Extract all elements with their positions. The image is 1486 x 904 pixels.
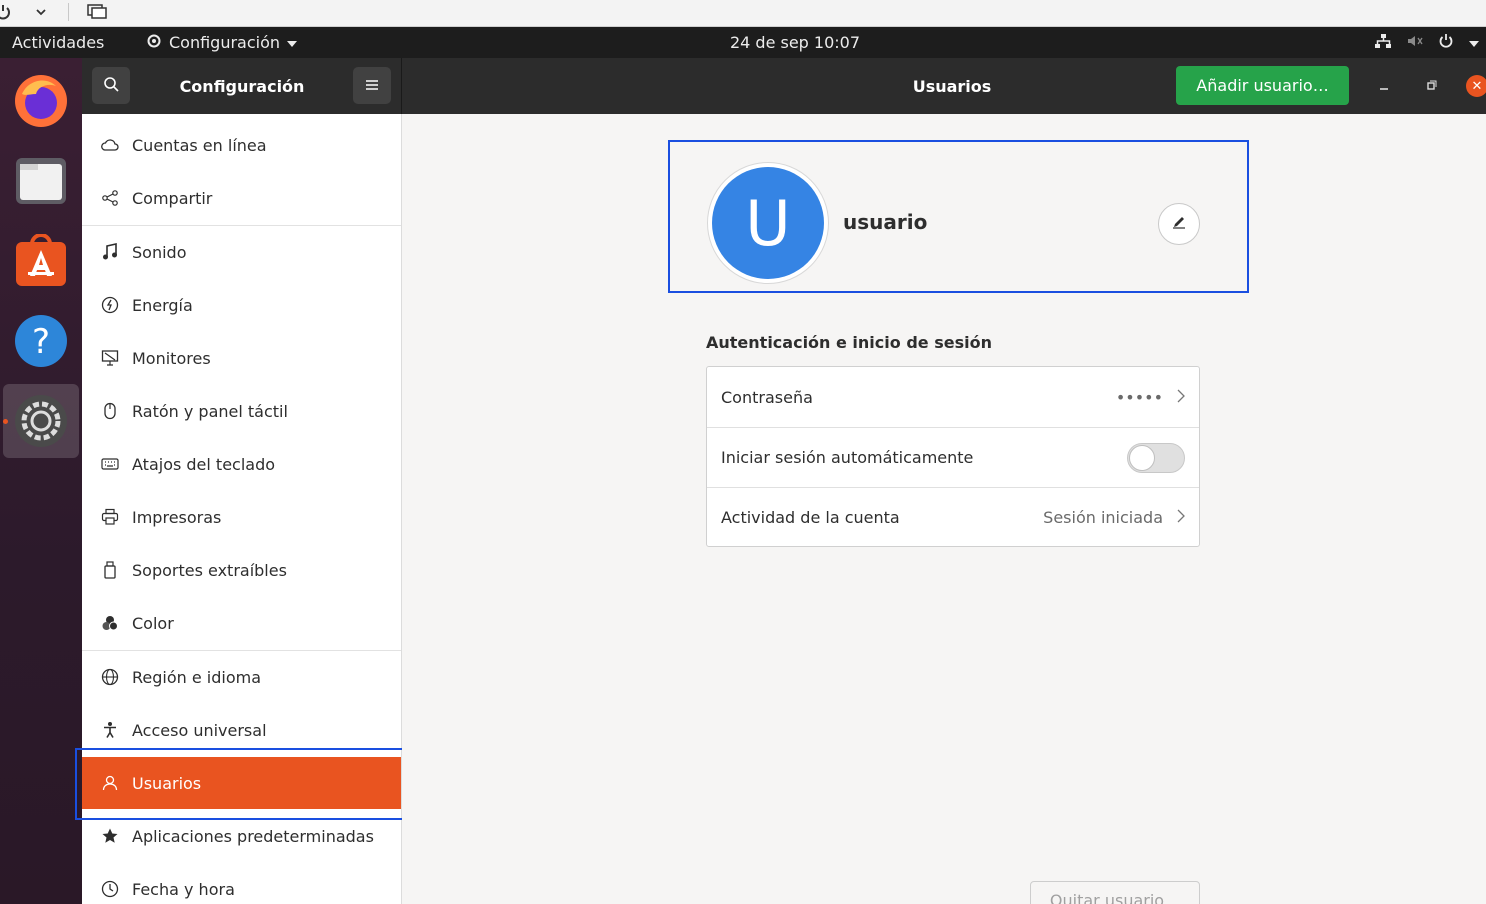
close-icon: ✕ [1471, 78, 1483, 94]
sidebar-item-atajos[interactable]: Atajos del teclado [82, 438, 401, 490]
clock[interactable]: 24 de sep 10:07 [0, 27, 1486, 58]
volume-muted-icon [1406, 33, 1424, 53]
running-indicator [3, 419, 8, 424]
pencil-icon [1171, 214, 1187, 234]
globe-icon [100, 667, 120, 687]
focus-highlight [75, 748, 406, 820]
music-note-icon [100, 242, 120, 262]
add-user-button[interactable]: Añadir usuario… [1176, 66, 1349, 105]
clock-icon [100, 879, 120, 899]
sidebar-item-soportes[interactable]: Soportes extraíbles [82, 544, 401, 596]
power-icon[interactable] [0, 2, 12, 22]
dock: ? [0, 58, 82, 904]
sidebar-item-color[interactable]: Color [82, 597, 401, 649]
keyboard-icon [100, 454, 120, 474]
sidebar-item-label: Fecha y hora [132, 879, 235, 899]
sidebar-item-label: Aplicaciones predeterminadas [132, 826, 374, 846]
top-bar: Actividades Configuración 24 de sep 10:0… [0, 27, 1486, 58]
sidebar-item-fecha-hora[interactable]: Fecha y hora [82, 863, 401, 904]
color-icon [100, 613, 120, 633]
hamburger-icon [365, 76, 379, 95]
account-activity-row[interactable]: Actividad de la cuenta Sesión iniciada [707, 487, 1199, 547]
maximize-button[interactable] [1417, 72, 1445, 100]
monitor-icon [100, 348, 120, 368]
sidebar-item-sonido[interactable]: Sonido [82, 226, 401, 278]
caret-down-icon [1468, 33, 1480, 52]
activity-value: Sesión iniciada [1043, 508, 1163, 527]
chevron-right-icon [1177, 507, 1185, 528]
row-label: Iniciar sesión automáticamente [721, 448, 974, 467]
sidebar-item-label: Acceso universal [132, 720, 267, 740]
chevron-down-icon[interactable] [35, 2, 47, 22]
svg-text:?: ? [32, 322, 50, 362]
system-tray[interactable] [1374, 27, 1480, 58]
sidebar-item-label: Energía [132, 295, 193, 315]
sidebar-item-label: Ratón y panel táctil [132, 401, 288, 421]
sidebar-item-label: Región e idioma [132, 667, 262, 687]
toggle-knob [1129, 444, 1155, 471]
autologin-row: Iniciar sesión automáticamente [707, 427, 1199, 487]
sidebar-header: Configuración [82, 58, 402, 114]
share-icon [100, 188, 120, 208]
sidebar-item-label: Compartir [132, 188, 213, 208]
sidebar-item-label: Atajos del teclado [132, 454, 276, 474]
page-title: Usuarios [912, 76, 992, 96]
sidebar-item-label: Monitores [132, 348, 211, 368]
sidebar-item-cuentas-en-linea[interactable]: Cuentas en línea [82, 119, 401, 171]
chevron-right-icon [1177, 387, 1185, 408]
sidebar-item-label: Impresoras [132, 507, 222, 527]
sidebar-item-impresoras[interactable]: Impresoras [82, 491, 401, 543]
software-center-icon[interactable] [8, 228, 74, 294]
row-label: Actividad de la cuenta [721, 508, 900, 527]
firefox-icon[interactable] [8, 68, 74, 134]
sidebar-item-region[interactable]: Región e idioma [82, 651, 401, 703]
cloud-icon [100, 135, 120, 155]
autologin-toggle[interactable] [1127, 442, 1185, 473]
section-title: Autenticación e inicio de sesión [706, 333, 992, 352]
star-icon [100, 826, 120, 846]
main-content: U usuario Autenticación e inicio de sesi… [402, 114, 1486, 904]
help-icon[interactable]: ? [8, 308, 74, 374]
removable-media-icon [100, 560, 120, 580]
printer-icon [100, 507, 120, 527]
power-icon [1438, 33, 1454, 53]
mouse-icon [100, 401, 120, 421]
settings-icon[interactable] [3, 384, 79, 458]
divider [68, 3, 69, 21]
header-bar: Configuración Usuarios Añadir usuario… ✕ [82, 58, 1486, 114]
screens-icon[interactable] [87, 2, 107, 22]
host-toolbar [0, 0, 1486, 27]
power-icon [100, 295, 120, 315]
accessibility-icon [100, 720, 120, 740]
edit-name-button[interactable] [1158, 203, 1200, 245]
sidebar-item-energia[interactable]: Energía [82, 279, 401, 331]
close-button[interactable]: ✕ [1466, 75, 1486, 97]
sidebar-item-label: Color [132, 613, 174, 633]
sidebar-item-label: Soportes extraíbles [132, 560, 287, 580]
network-icon [1374, 33, 1392, 53]
sidebar-item-label: Sonido [132, 242, 187, 262]
sidebar-item-label: Cuentas en línea [132, 135, 267, 155]
auth-list: Contraseña ••••• Iniciar sesión automáti… [706, 366, 1200, 547]
row-label: Contraseña [721, 387, 813, 407]
files-icon[interactable] [8, 148, 74, 214]
remove-user-button[interactable]: Quitar usuario… [1030, 881, 1200, 904]
minimize-button[interactable] [1370, 72, 1398, 100]
sidebar-item-compartir[interactable]: Compartir [82, 172, 401, 224]
avatar[interactable]: U [707, 162, 829, 284]
password-value: ••••• [1115, 387, 1163, 407]
menu-button[interactable] [353, 67, 391, 104]
user-name: usuario [843, 210, 928, 234]
sidebar-item-raton[interactable]: Ratón y panel táctil [82, 385, 401, 437]
sidebar-item-monitores[interactable]: Monitores [82, 332, 401, 384]
password-row[interactable]: Contraseña ••••• [707, 367, 1199, 427]
avatar-letter: U [712, 167, 824, 279]
